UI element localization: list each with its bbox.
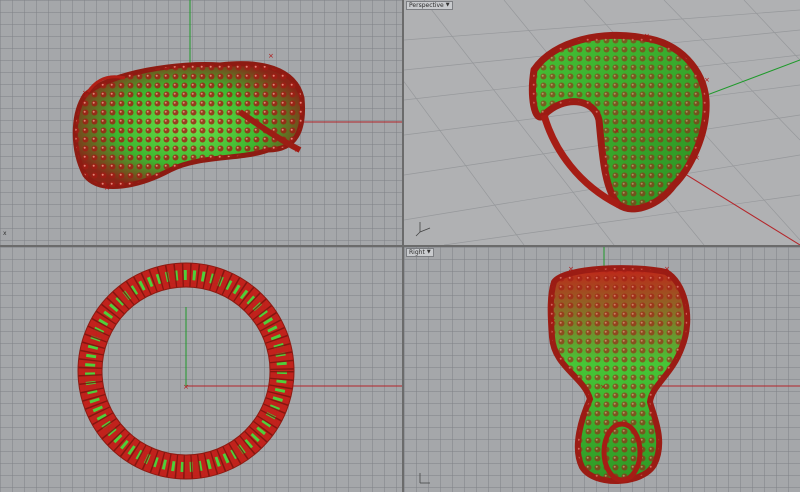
svg-text:×: × [568,265,574,273]
svg-text:×: × [694,154,700,162]
viewport-perspective[interactable]: × × × × × Perspective ▼ [404,0,800,245]
svg-text:×: × [82,89,88,97]
perspective-grid: × × × × × [404,0,800,245]
view-axes-icon [419,473,430,484]
viewport-label-right[interactable]: Right ▼ [406,248,434,257]
svg-text:×: × [104,184,110,192]
corner-axis-label: x [3,230,7,237]
svg-text:×: × [600,383,606,391]
chevron-down-icon[interactable]: ▼ [427,249,431,256]
svg-text:×: × [530,66,536,74]
svg-text:×: × [644,32,650,40]
viewport-right[interactable]: × × × × Right ▼ [404,247,800,492]
svg-text:×: × [183,383,189,391]
svg-text:×: × [268,52,274,60]
viewport-label-perspective[interactable]: Perspective ▼ [406,1,453,10]
svg-text:×: × [550,317,556,325]
svg-text:×: × [704,76,710,84]
viewport-front[interactable]: × [0,247,402,492]
viewport-name: Right [409,249,425,256]
view-axes-icon [415,222,431,237]
svg-text:×: × [294,146,300,154]
svg-text:×: × [614,127,620,135]
chevron-down-icon[interactable]: ▼ [446,2,450,9]
scene-right: × × × × [419,247,800,484]
scene-top: × × × × [72,0,402,192]
svg-text:×: × [664,265,670,273]
viewport-name: Perspective [409,2,444,9]
scene-front: × [77,262,402,480]
viewport-top[interactable]: × × × × x [0,0,402,245]
